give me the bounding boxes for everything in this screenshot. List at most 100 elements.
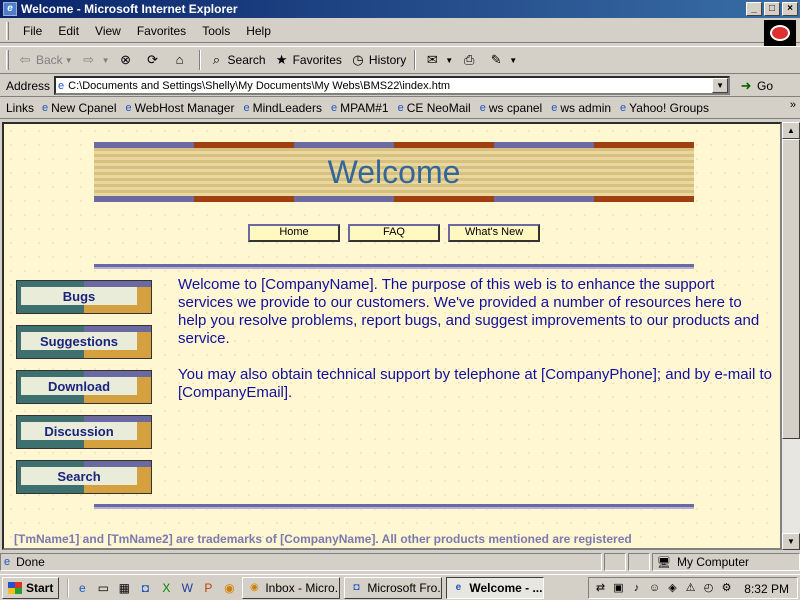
search-icon: ⌕ xyxy=(212,52,221,67)
display-icon[interactable]: ▣ xyxy=(611,581,626,596)
settings-icon[interactable]: ⚙ xyxy=(719,581,734,596)
side-navigation: Bugs Suggestions Download Discussion Sea… xyxy=(16,280,152,505)
nav-faq-button[interactable]: FAQ xyxy=(348,224,440,242)
menu-favorites[interactable]: Favorites xyxy=(129,22,194,40)
system-tray: ⇄ ▣ ♪ ☺ ◈ ⚠ ◴ ⚙ 8:32 PM xyxy=(588,577,798,599)
home-button[interactable]: ⌂ xyxy=(168,49,195,71)
nav-home-button[interactable]: Home xyxy=(248,224,340,242)
address-url: C:\Documents and Settings\Shelly\My Docu… xyxy=(68,79,451,92)
page-heading: Welcome xyxy=(327,153,461,190)
link-ws-cpanel[interactable]: e ws cpanel xyxy=(480,101,543,115)
edit-button[interactable]: ✎ ▼ xyxy=(484,49,521,71)
scroll-down-button[interactable]: ▼ xyxy=(782,533,800,550)
search-button[interactable]: ⌕ Search xyxy=(205,49,270,71)
links-overflow-chevron[interactable]: » xyxy=(790,99,796,111)
ie-link-icon: e xyxy=(42,101,49,114)
network-icon[interactable]: ⇄ xyxy=(593,581,608,596)
link-ce-neomail[interactable]: e CE NeoMail xyxy=(398,101,471,115)
go-button[interactable]: ➜ Go xyxy=(738,78,773,94)
frontpage-icon: ◘ xyxy=(353,581,360,593)
title-bar: e Welcome - Microsoft Internet Explorer … xyxy=(0,0,800,18)
frontpage-icon[interactable]: ◘ xyxy=(136,579,154,597)
task-button-frontpage[interactable]: ◘ Microsoft Fro... xyxy=(344,576,443,599)
messenger-icon[interactable]: ☺ xyxy=(647,581,662,596)
menu-bar: File Edit View Favorites Tools Help xyxy=(0,19,800,43)
toolbar-grip[interactable] xyxy=(6,50,9,70)
start-button[interactable]: Start xyxy=(2,576,60,599)
address-bar: Address e C:\Documents and Settings\Shel… xyxy=(0,75,800,97)
task-button-welcome[interactable]: e Welcome - ... xyxy=(446,576,545,599)
close-button[interactable]: × xyxy=(782,2,798,16)
link-ws-admin[interactable]: e ws admin xyxy=(551,101,611,115)
intro-paragraph: You may also obtain technical support by… xyxy=(178,366,772,401)
print-button[interactable]: ⎙ xyxy=(457,49,484,71)
outlook-icon: ◉ xyxy=(249,581,259,593)
side-nav-label: Discussion xyxy=(21,422,137,440)
link-label: Yahoo! Groups xyxy=(629,100,709,115)
chevron-down-icon[interactable]: ▼ xyxy=(65,56,73,65)
ie-link-icon: e xyxy=(397,101,404,114)
side-nav-discussion-button[interactable]: Discussion xyxy=(16,415,152,449)
menu-help[interactable]: Help xyxy=(238,22,279,40)
outlook-icon[interactable]: ◉ xyxy=(220,579,238,597)
side-nav-search-button[interactable]: Search xyxy=(16,460,152,494)
task-button-inbox[interactable]: ◉ Inbox - Micro... xyxy=(242,576,341,599)
home-icon: ⌂ xyxy=(175,52,184,67)
back-button[interactable]: ⇦ Back ▼ xyxy=(13,49,77,71)
side-nav-bugs-button[interactable]: Bugs xyxy=(16,280,152,314)
chevron-down-icon[interactable]: ▼ xyxy=(712,78,729,93)
refresh-icon: ⟳ xyxy=(147,52,158,67)
calendar-icon[interactable]: ▦ xyxy=(115,579,133,597)
desktop-icon[interactable]: ▭ xyxy=(94,579,112,597)
link-mindleaders[interactable]: e MindLeaders xyxy=(243,101,322,115)
scroll-thumb[interactable] xyxy=(782,139,800,439)
window-title: Welcome - Microsoft Internet Explorer xyxy=(21,2,238,16)
scheduler-icon[interactable]: ◴ xyxy=(701,581,716,596)
trademark-notice: [TmName1] and [TmName2] are trademarks o… xyxy=(14,532,632,546)
stop-button[interactable]: ⊗ xyxy=(114,49,141,71)
volume-icon[interactable]: ♪ xyxy=(629,581,644,596)
toolbar-separator xyxy=(198,50,201,70)
side-nav-download-button[interactable]: Download xyxy=(16,370,152,404)
link-mpam1[interactable]: e MPAM#1 xyxy=(331,101,389,115)
menu-view[interactable]: View xyxy=(87,22,129,40)
favorites-button[interactable]: ★ Favorites xyxy=(270,49,346,71)
mail-button[interactable]: ✉ ▼ xyxy=(420,49,457,71)
chevron-down-icon[interactable]: ▼ xyxy=(102,56,110,65)
ie-quicklaunch-icon[interactable]: e xyxy=(73,579,91,597)
menu-file[interactable]: File xyxy=(15,22,50,40)
word-icon[interactable]: W xyxy=(178,579,196,597)
side-nav-suggestions-button[interactable]: Suggestions xyxy=(16,325,152,359)
toolbar-separator xyxy=(414,50,417,70)
menu-tools[interactable]: Tools xyxy=(194,22,238,40)
toolbar-grip[interactable] xyxy=(6,21,9,40)
powerpoint-icon[interactable]: P xyxy=(199,579,217,597)
taskbar-clock[interactable]: 8:32 PM xyxy=(744,582,789,596)
side-nav-label: Bugs xyxy=(21,287,137,305)
maximize-button[interactable]: □ xyxy=(764,2,780,16)
chevron-down-icon[interactable]: ▼ xyxy=(445,56,453,65)
alert-icon[interactable]: ⚠ xyxy=(683,581,698,596)
nav-whats-new-button[interactable]: What's New xyxy=(448,224,540,242)
link-webhost-manager[interactable]: e WebHost Manager xyxy=(126,101,235,115)
link-label: MindLeaders xyxy=(252,100,322,115)
history-button[interactable]: ◷ History xyxy=(346,49,410,71)
task-label: Welcome - ... xyxy=(469,580,543,595)
forward-button[interactable]: ⇨ ▼ xyxy=(77,49,114,71)
chevron-down-icon[interactable]: ▼ xyxy=(509,56,517,65)
welcome-banner: Welcome xyxy=(94,142,694,202)
history-icon: ◷ xyxy=(352,52,364,67)
taskbar: Start e ▭ ▦ ◘ X W P ◉ ◉ Inbox - Micro...… xyxy=(0,574,800,600)
minimize-button[interactable]: _ xyxy=(746,2,762,16)
refresh-button[interactable]: ⟳ xyxy=(141,49,168,71)
excel-icon[interactable]: X xyxy=(157,579,175,597)
back-label: Back xyxy=(36,53,63,67)
vertical-scrollbar[interactable]: ▲ ▼ xyxy=(782,122,800,550)
antivirus-icon[interactable]: ◈ xyxy=(665,581,680,596)
address-input[interactable]: e C:\Documents and Settings\Shelly\My Do… xyxy=(54,76,731,95)
my-computer-icon: 🖥 xyxy=(657,556,671,569)
link-yahoo-groups[interactable]: e Yahoo! Groups xyxy=(620,101,709,115)
link-new-cpanel[interactable]: e New Cpanel xyxy=(42,101,117,115)
scroll-up-button[interactable]: ▲ xyxy=(782,122,800,139)
menu-edit[interactable]: Edit xyxy=(50,22,87,40)
